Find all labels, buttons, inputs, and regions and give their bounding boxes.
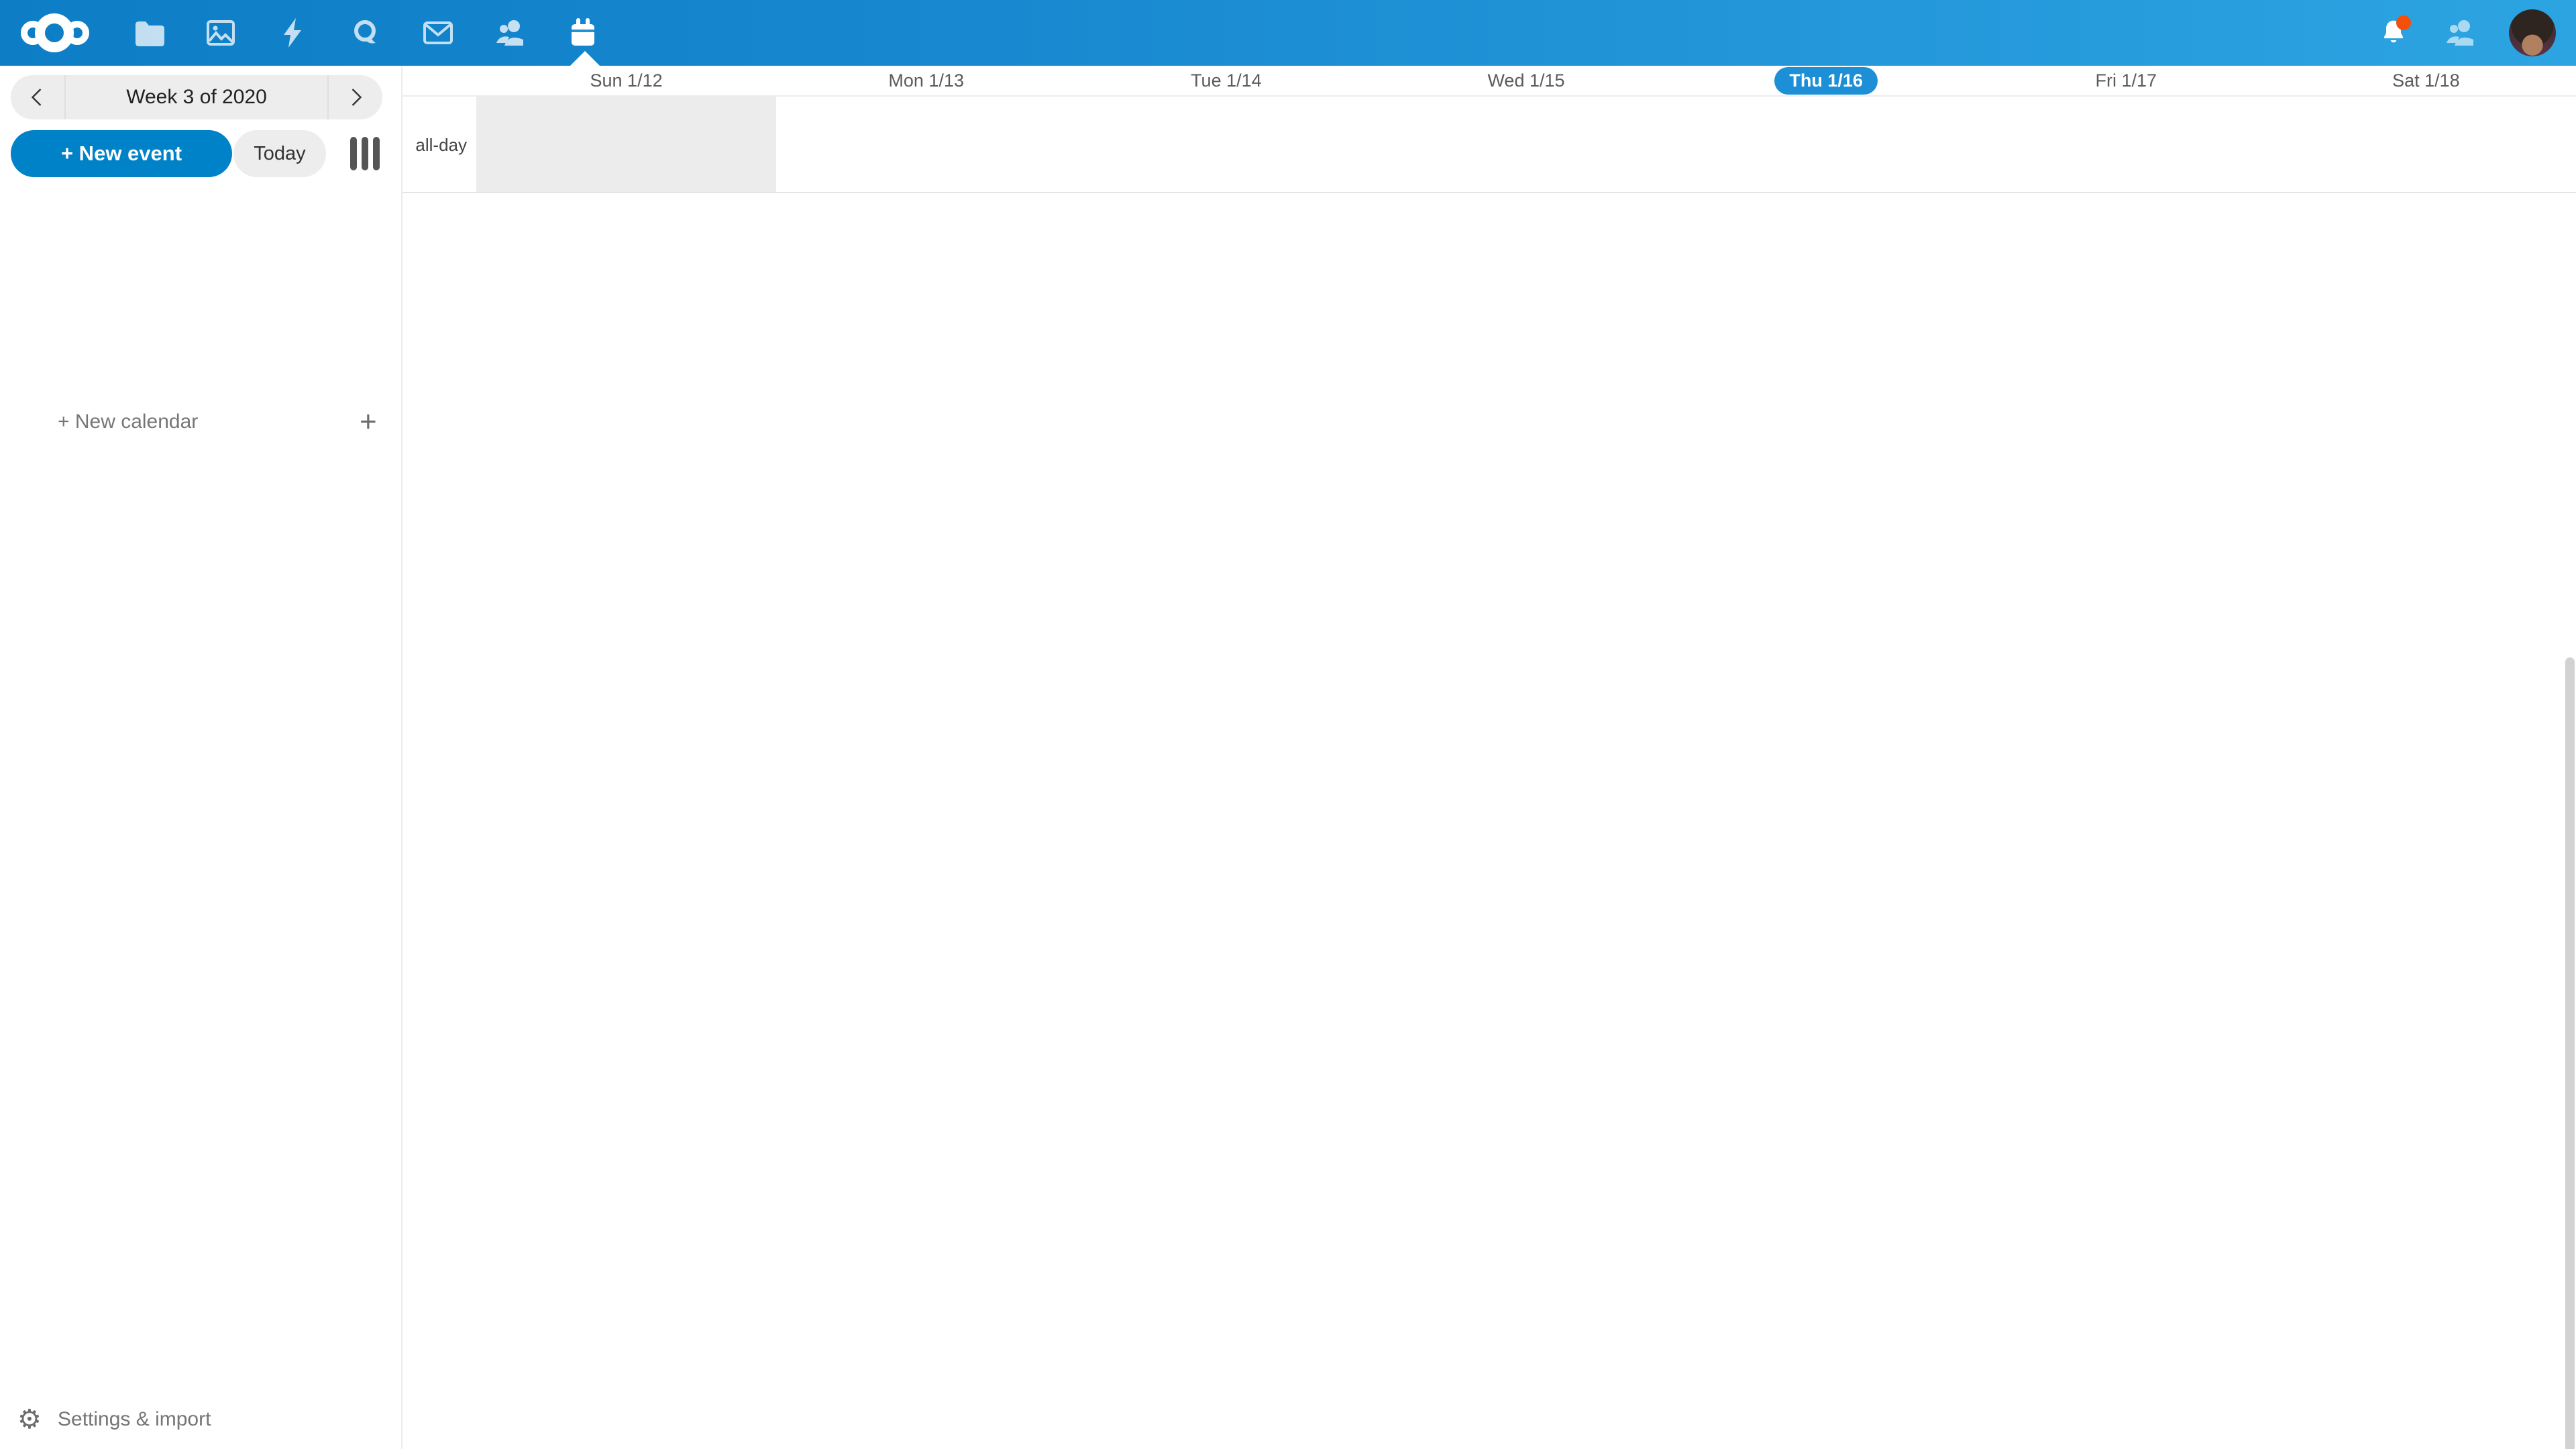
settings-label: Settings & import (58, 1402, 211, 1437)
calendar-list (0, 213, 401, 408)
day-label: Fri 1/17 (2096, 70, 2157, 91)
day-label: Sun 1/12 (590, 70, 663, 91)
top-header-bar (0, 0, 2576, 66)
settings-import-button[interactable]: ⚙ Settings & import (0, 1402, 401, 1437)
day-label-today: Thu 1/16 (1774, 67, 1878, 95)
allday-label: all-day (402, 97, 467, 193)
day-header: Mon 1/13 (776, 66, 1076, 95)
nextcloud-calendar-app: { "header": { "logo_icon": "nextcloud-lo… (0, 0, 2576, 1449)
activity-icon[interactable] (276, 15, 311, 50)
new-event-button[interactable]: + New event (11, 130, 232, 177)
sidebar: Week 3 of 2020 + New event Today + New c… (0, 66, 402, 1449)
day-header: Sun 1/12 (476, 66, 776, 95)
week-navigation: Week 3 of 2020 (11, 75, 382, 119)
user-avatar[interactable] (2509, 9, 2556, 56)
files-icon[interactable] (131, 15, 166, 50)
previous-week-button[interactable] (11, 75, 64, 119)
day-label: Tue 1/14 (1191, 70, 1262, 91)
allday-row: all-day (402, 97, 2576, 193)
week-label[interactable]: Week 3 of 2020 (64, 75, 329, 119)
new-calendar-label: + New calendar (58, 392, 198, 451)
day-label: Sat 1/18 (2392, 70, 2460, 91)
gear-icon: ⚙ (17, 1402, 42, 1437)
scrollbar-track (2564, 203, 2576, 1449)
day-header-row: Sun 1/12 Mon 1/13 Tue 1/14 Wed 1/15 Thu 1/16… (402, 66, 2576, 97)
day-header: Tue 1/14 (1076, 66, 1376, 95)
day-header: Fri 1/17 (1976, 66, 2276, 95)
notification-dot (2396, 15, 2411, 30)
contacts-menu-icon[interactable] (2442, 14, 2479, 52)
time-grid (402, 203, 2576, 1449)
active-app-pointer (570, 51, 600, 66)
nextcloud-logo[interactable] (20, 13, 107, 54)
today-button[interactable]: Today (233, 130, 326, 177)
logo-circle (65, 21, 89, 45)
photos-icon[interactable] (203, 15, 238, 50)
day-header: Sat 1/18 (2276, 66, 2576, 95)
new-calendar-button[interactable]: + New calendar + (0, 392, 401, 451)
week-view-icon[interactable] (350, 137, 380, 170)
contacts-icon[interactable] (493, 15, 528, 50)
next-week-button[interactable] (329, 75, 382, 119)
weekend-shade (476, 97, 776, 192)
day-header: Thu 1/16 (1676, 66, 1976, 95)
week-label-text: Week 3 of 2020 (126, 86, 267, 109)
calendar-week-view: Sun 1/12 Mon 1/13 Tue 1/14 Wed 1/15 Thu 1/16… (402, 66, 2576, 1449)
plus-icon: + (360, 392, 377, 451)
scrollbar-thumb[interactable] (2565, 657, 2575, 1449)
day-label: Mon 1/13 (888, 70, 964, 91)
mail-icon[interactable] (421, 15, 455, 50)
app-icon-bar (131, 0, 600, 66)
calendar-icon[interactable] (566, 15, 600, 50)
notifications-bell-icon[interactable] (2375, 14, 2412, 52)
day-header: Wed 1/15 (1376, 66, 1676, 95)
day-label: Wed 1/15 (1487, 70, 1564, 91)
header-right-icons (2375, 0, 2556, 66)
talk-icon[interactable] (348, 15, 383, 50)
